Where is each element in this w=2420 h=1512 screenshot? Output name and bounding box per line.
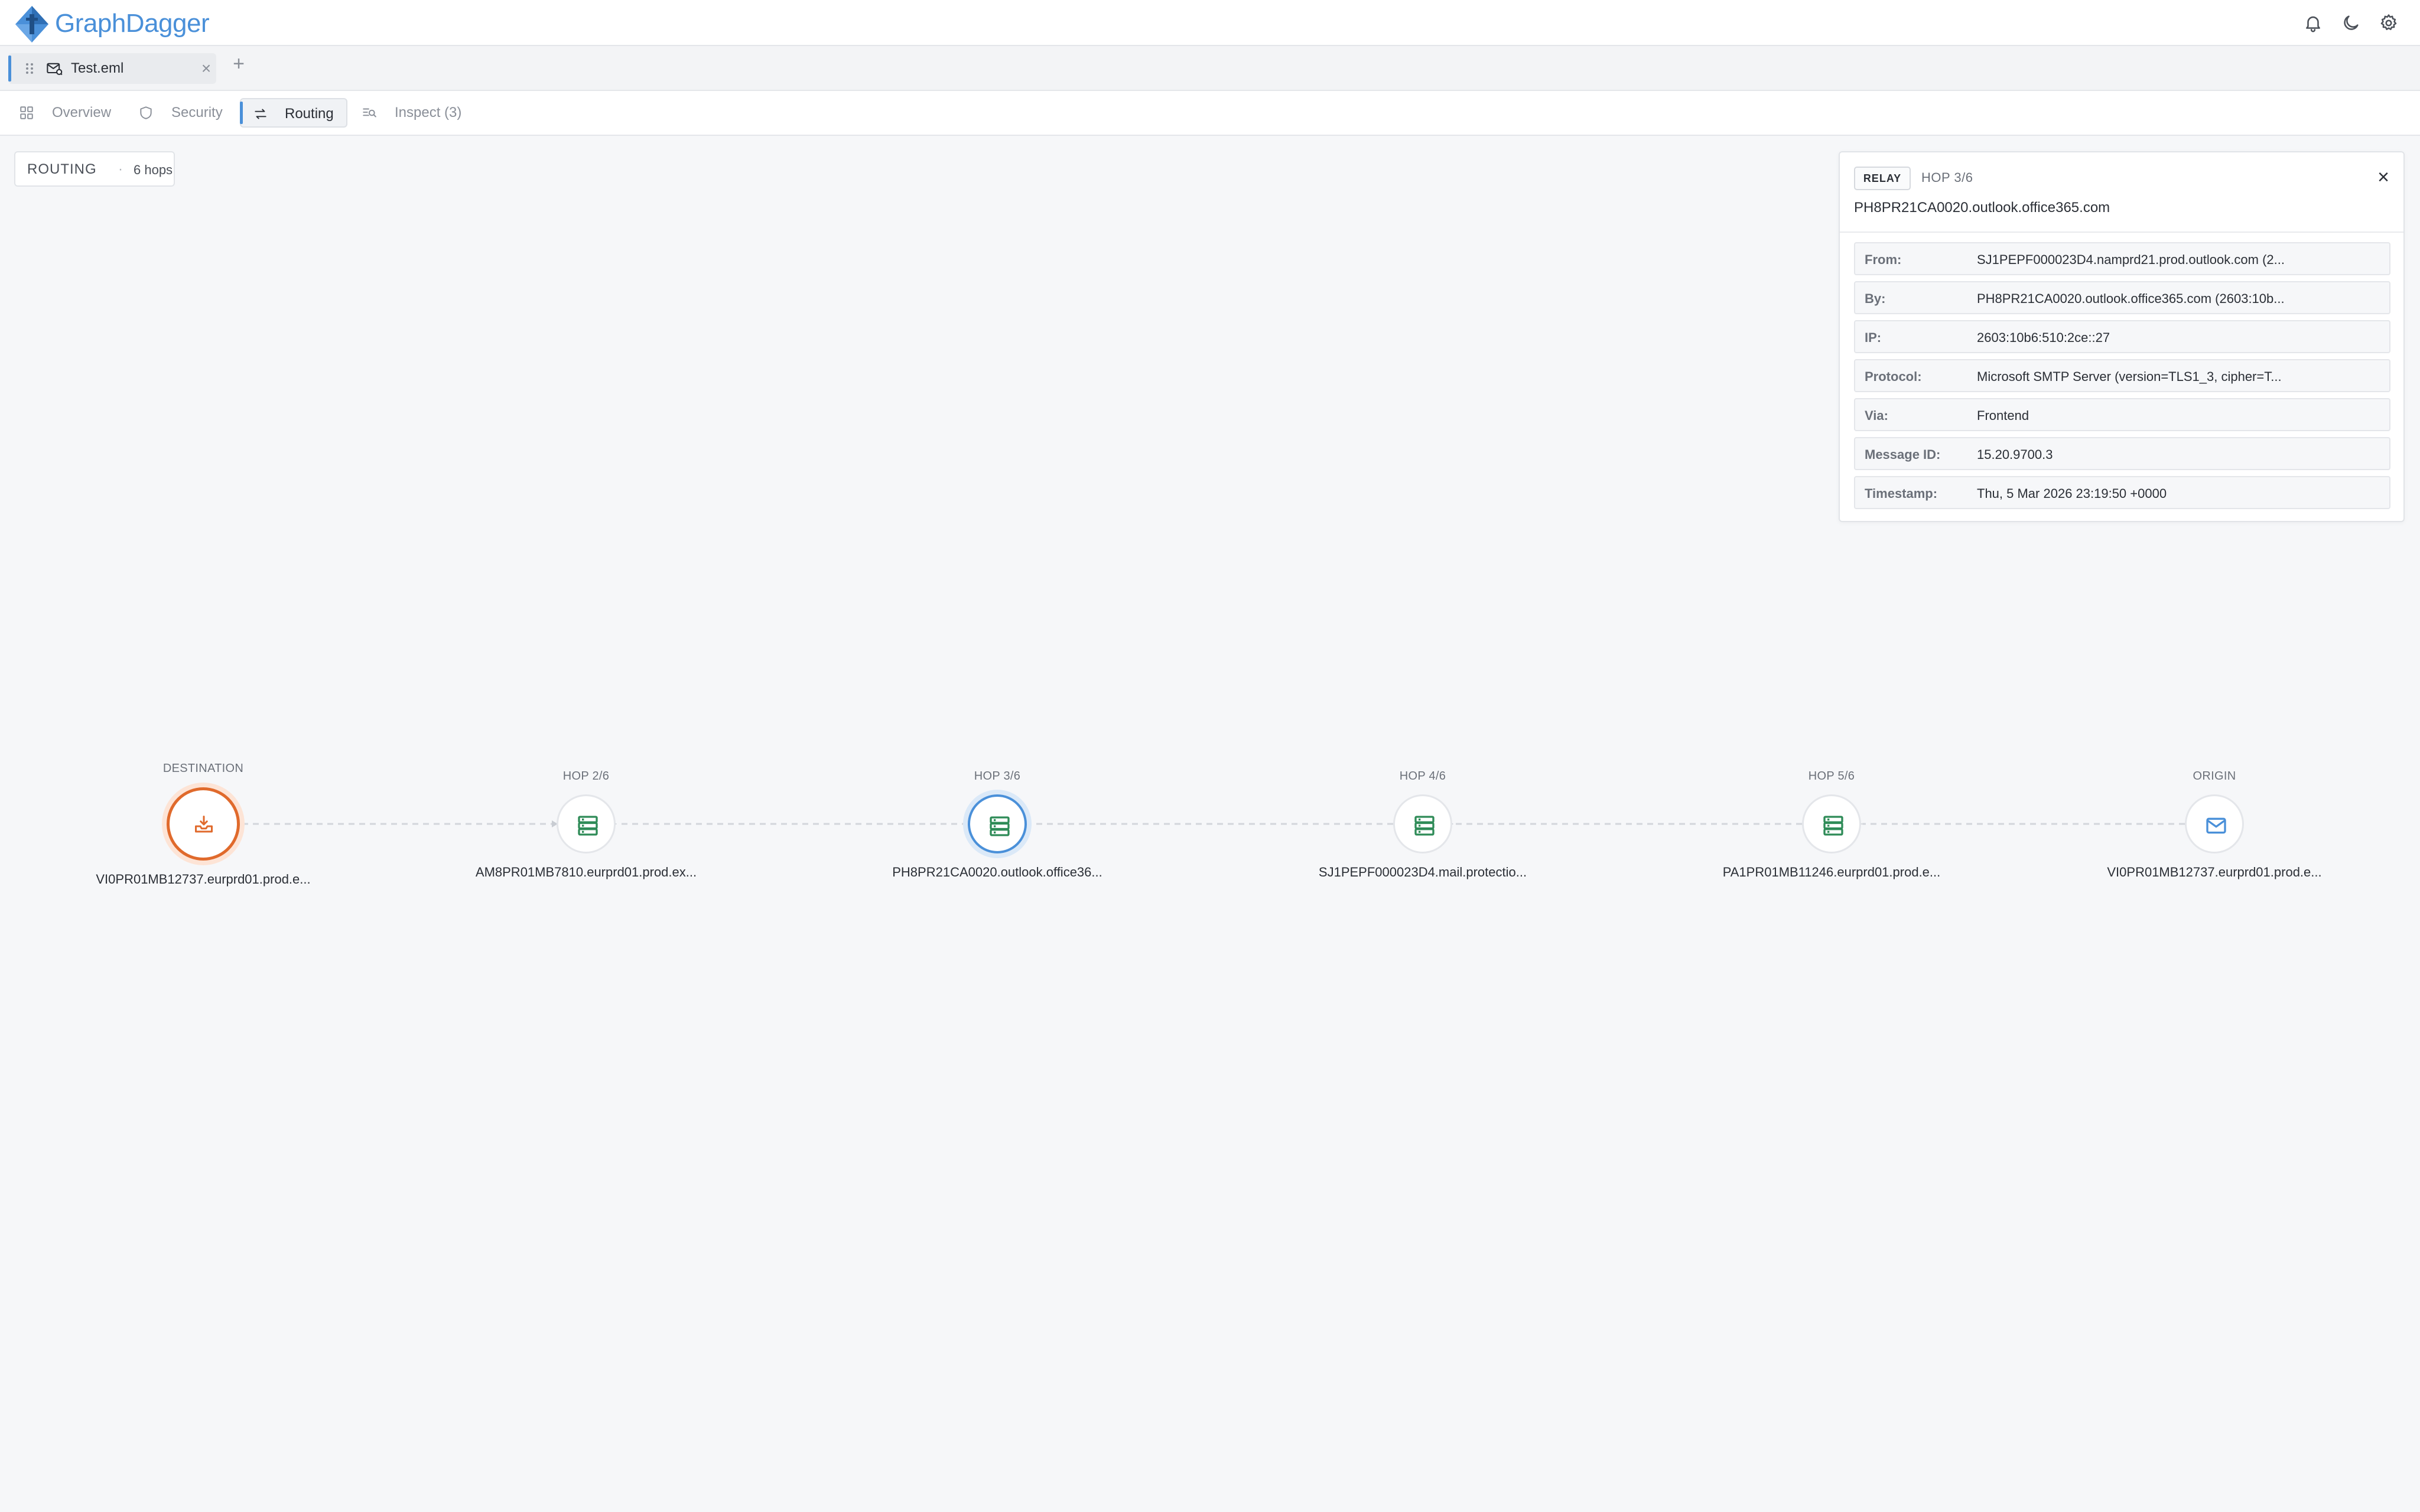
server-icon bbox=[1823, 816, 1843, 836]
node-label-hop3: HOP 3/6 bbox=[974, 770, 1021, 783]
node-hop3[interactable] bbox=[968, 794, 1027, 853]
detail-value: Frontend bbox=[1977, 408, 2029, 423]
node-label-destination: DESTINATION bbox=[162, 762, 244, 775]
detail-key: From: bbox=[1865, 252, 1902, 267]
node-label-hop4: HOP 4/6 bbox=[1399, 770, 1446, 783]
node-label-hop2: HOP 2/6 bbox=[562, 770, 610, 783]
node-label-hop5: HOP 5/6 bbox=[1808, 770, 1855, 783]
inbox-download-icon bbox=[195, 816, 213, 833]
relay-badge: RELAY bbox=[1854, 167, 1911, 190]
detail-row-from: From: SJ1PEPF000023D4.namprd21.prod.outl… bbox=[1854, 242, 2390, 275]
detail-key: Protocol: bbox=[1865, 369, 1922, 384]
node-hop5[interactable] bbox=[1802, 794, 1861, 853]
node-name-hop3: PH8PR21CA0020.outlook.office36... bbox=[892, 865, 1102, 879]
panel-divider bbox=[1840, 232, 2403, 233]
detail-row-via: Via: Frontend bbox=[1854, 398, 2390, 431]
detail-key: IP: bbox=[1865, 330, 1882, 345]
node-destination[interactable] bbox=[167, 787, 240, 861]
detail-row-protocol: Protocol: Microsoft SMTP Server (version… bbox=[1854, 359, 2390, 392]
node-hop2[interactable] bbox=[557, 794, 616, 853]
node-label-origin: ORIGIN bbox=[2193, 770, 2236, 783]
detail-row-by: By: PH8PR21CA0020.outlook.office365.com … bbox=[1854, 281, 2390, 314]
node-name-hop2: AM8PR01MB7810.eurprd01.prod.ex... bbox=[475, 865, 697, 879]
panel-hop-label: HOP 3/6 bbox=[1921, 170, 1973, 185]
close-panel-button[interactable]: × bbox=[2373, 167, 2394, 188]
detail-row-timestamp: Timestamp: Thu, 5 Mar 2026 23:19:50 +000… bbox=[1854, 476, 2390, 509]
server-icon bbox=[1414, 816, 1435, 836]
node-origin[interactable] bbox=[2185, 794, 2244, 853]
detail-value: 15.20.9700.3 bbox=[1977, 447, 2053, 462]
detail-value: SJ1PEPF000023D4.namprd21.prod.outlook.co… bbox=[1977, 252, 2285, 267]
server-icon bbox=[578, 816, 598, 836]
detail-key: Message ID: bbox=[1865, 447, 1941, 462]
detail-key: By: bbox=[1865, 291, 1886, 306]
node-name-origin: VI0PR01MB12737.eurprd01.prod.e... bbox=[2107, 865, 2322, 879]
detail-row-message-id: Message ID: 15.20.9700.3 bbox=[1854, 437, 2390, 470]
server-icon bbox=[990, 816, 1010, 836]
detail-value: Thu, 5 Mar 2026 23:19:50 +0000 bbox=[1977, 486, 2167, 501]
detail-value: Microsoft SMTP Server (version=TLS1_3, c… bbox=[1977, 369, 2282, 384]
mail-icon bbox=[2206, 817, 2226, 834]
detail-key: Via: bbox=[1865, 408, 1888, 423]
panel-hostname: PH8PR21CA0020.outlook.office365.com bbox=[1854, 200, 2110, 216]
detail-key: Timestamp: bbox=[1865, 486, 1938, 501]
hop-detail-panel: RELAY HOP 3/6 × PH8PR21CA0020.outlook.of… bbox=[1839, 151, 2405, 522]
detail-value: PH8PR21CA0020.outlook.office365.com (260… bbox=[1977, 291, 2285, 306]
node-name-hop5: PA1PR01MB11246.eurprd01.prod.e... bbox=[1722, 865, 1941, 879]
node-name-hop4: SJ1PEPF000023D4.mail.protectio... bbox=[1318, 865, 1527, 879]
node-name-destination: VI0PR01MB12737.eurprd01.prod.e... bbox=[96, 872, 311, 887]
node-hop4[interactable] bbox=[1393, 794, 1452, 853]
detail-row-ip: IP: 2603:10b6:510:2ce::27 bbox=[1854, 320, 2390, 353]
detail-value: 2603:10b6:510:2ce::27 bbox=[1977, 330, 2110, 345]
